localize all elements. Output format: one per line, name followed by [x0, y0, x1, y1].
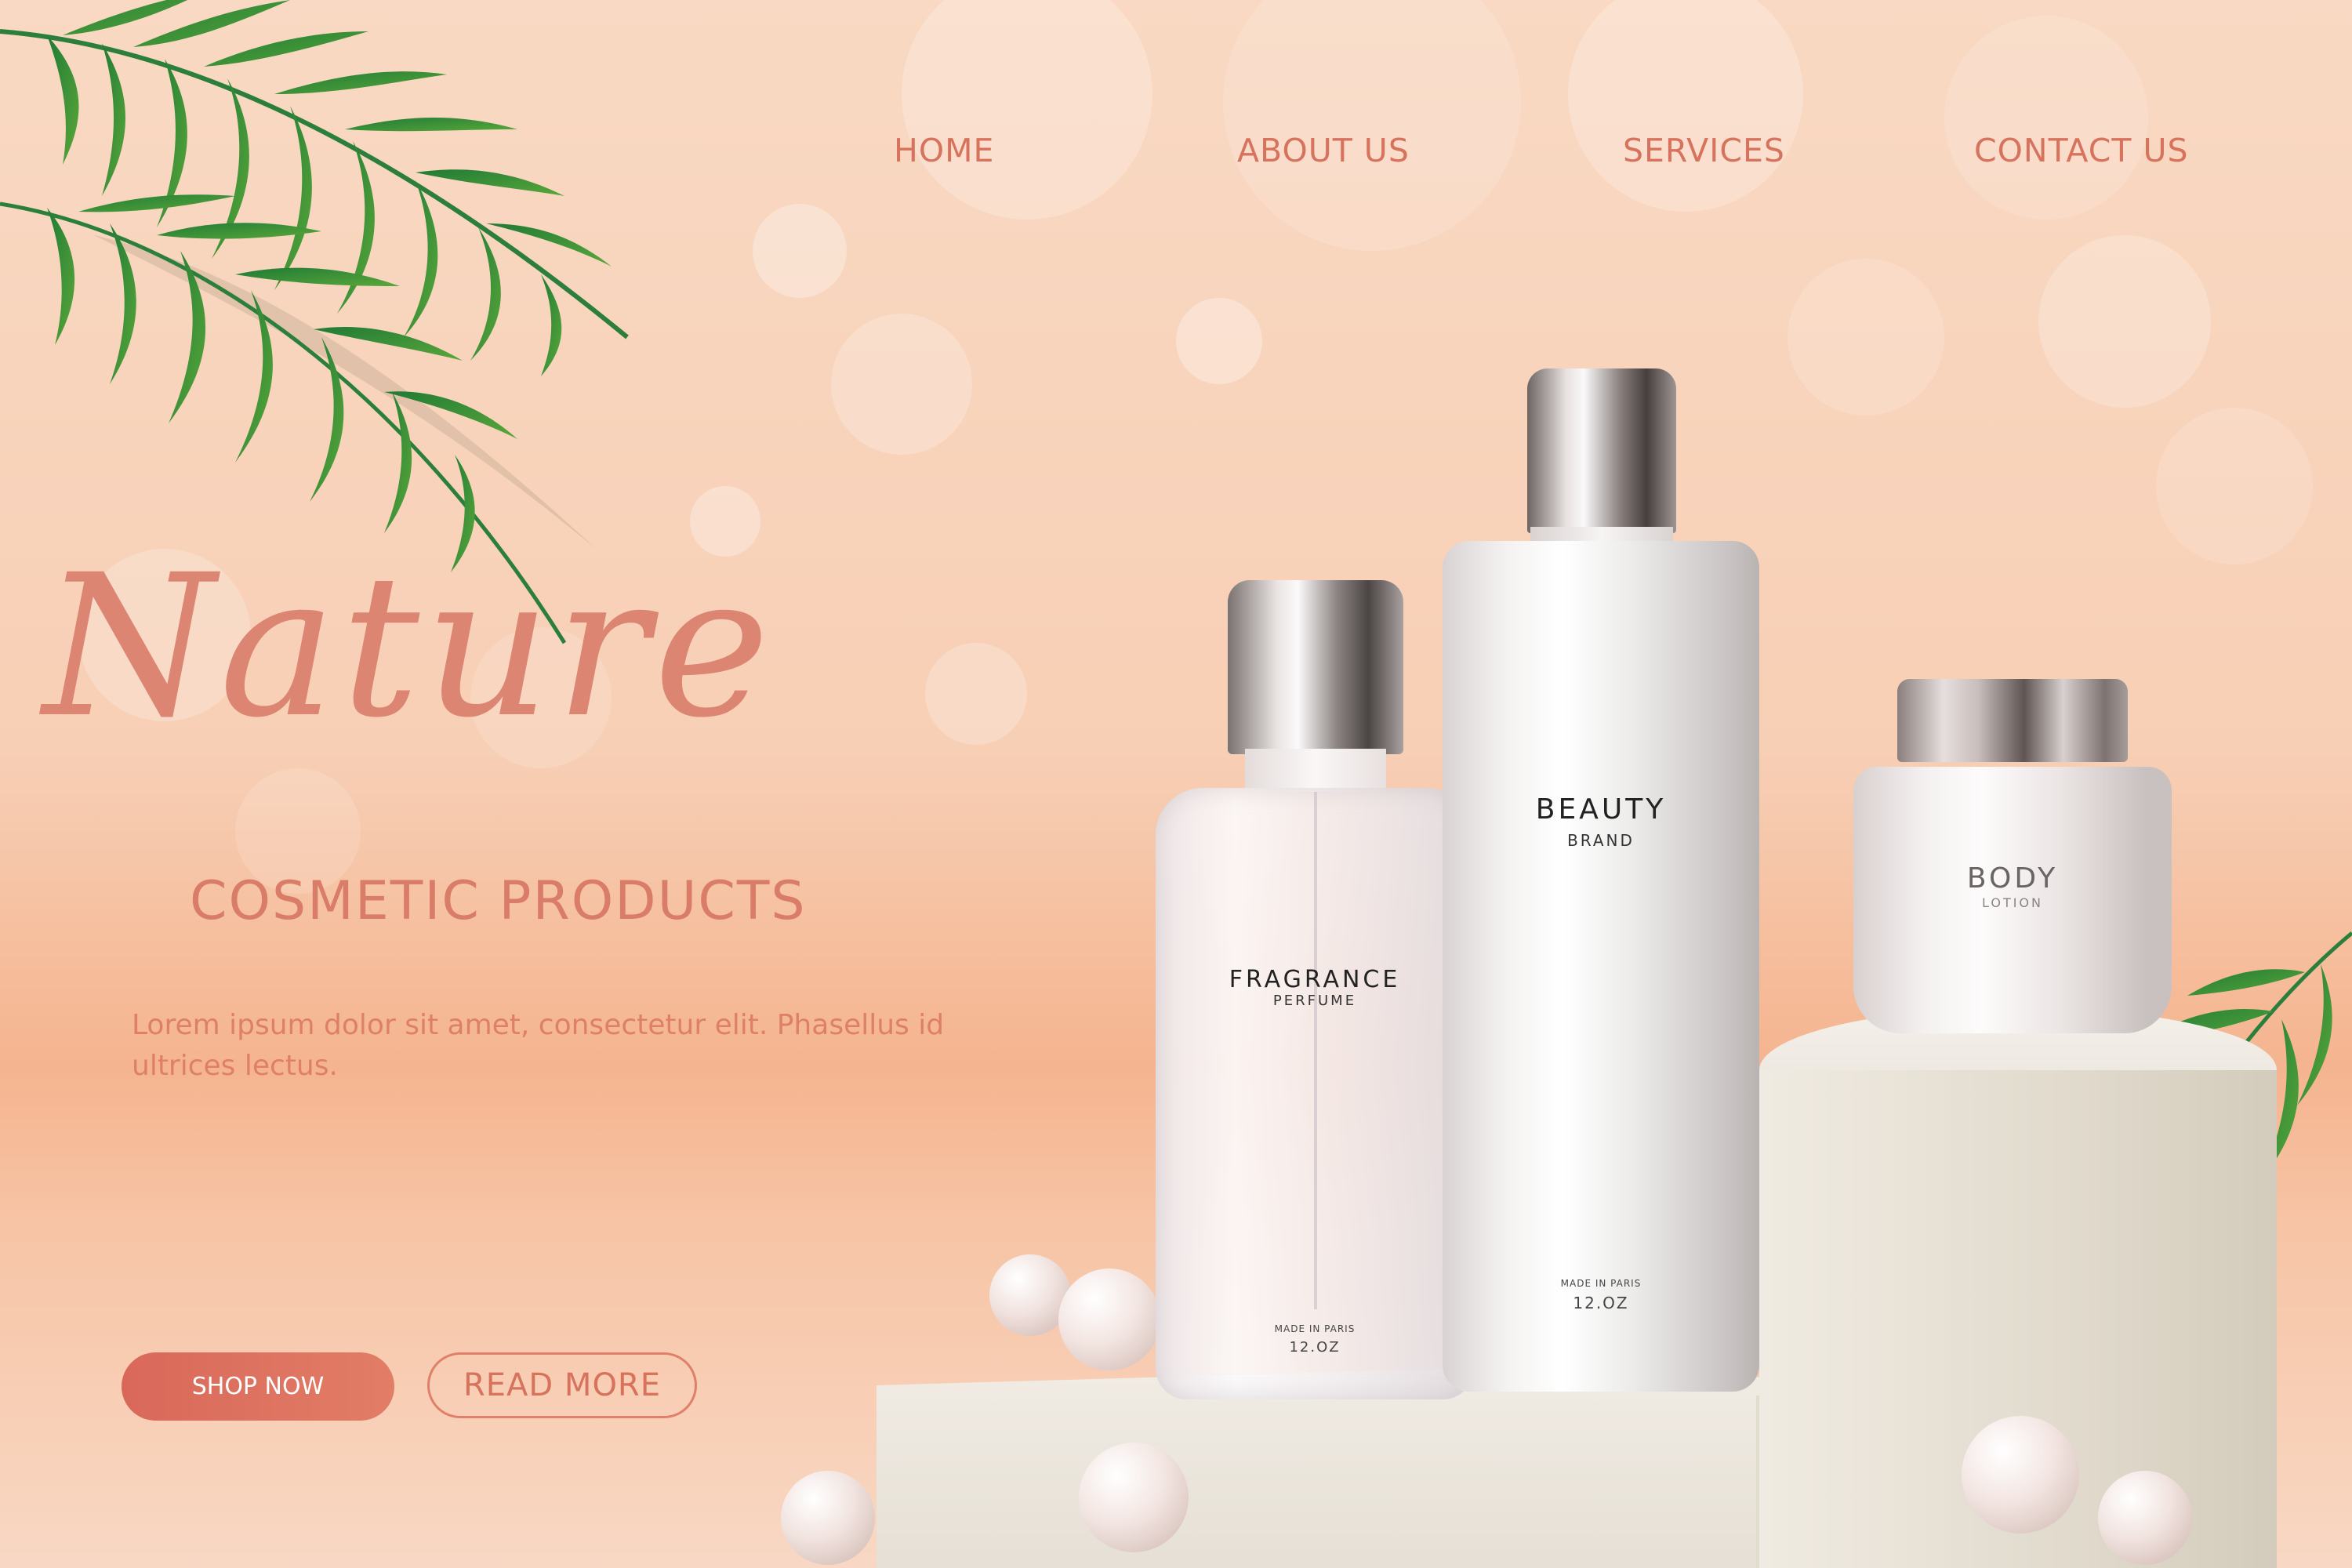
body-label-type: LOTION — [1982, 895, 2043, 910]
hero-script-title: Nature — [43, 532, 775, 760]
fragrance-label-origin: MADE IN PARIS — [1274, 1323, 1356, 1334]
beauty-label-type: BRAND — [1567, 831, 1635, 850]
fragrance-label-name: FRAGRANCE — [1229, 966, 1401, 993]
pearl-icon — [781, 1471, 875, 1565]
pearl-icon — [1079, 1443, 1189, 1552]
fragrance-label-type: PERFUME — [1272, 993, 1357, 1009]
pearl-icon — [1962, 1416, 2079, 1534]
shop-now-button[interactable]: SHOP NOW — [122, 1352, 394, 1421]
pearl-icon — [1058, 1269, 1160, 1370]
read-more-button[interactable]: READ MORE — [427, 1352, 697, 1418]
nav-home-link[interactable]: HOME — [894, 132, 994, 169]
body-label-name: BODY — [1966, 862, 2059, 895]
beauty-label-origin: MADE IN PARIS — [1560, 1278, 1642, 1289]
hero-description: Lorem ipsum dolor sit amet, consectetur … — [132, 1009, 945, 1082]
nav-contact-link[interactable]: CONTACT US — [1974, 132, 2189, 169]
beauty-label-name: BEAUTY — [1535, 793, 1667, 826]
nav-services-link[interactable]: SERVICES — [1623, 132, 1785, 169]
landing-page: HOME ABOUT US SERVICES CONTACT US Nature… — [0, 0, 2352, 1568]
beauty-label-size: 12.OZ — [1573, 1294, 1629, 1312]
hero-subtitle: COSMETIC PRODUCTS — [190, 870, 807, 932]
pearl-icon — [2098, 1471, 2192, 1565]
fragrance-label-size: 12.OZ — [1289, 1339, 1341, 1356]
nav-about-link[interactable]: ABOUT US — [1237, 132, 1410, 169]
